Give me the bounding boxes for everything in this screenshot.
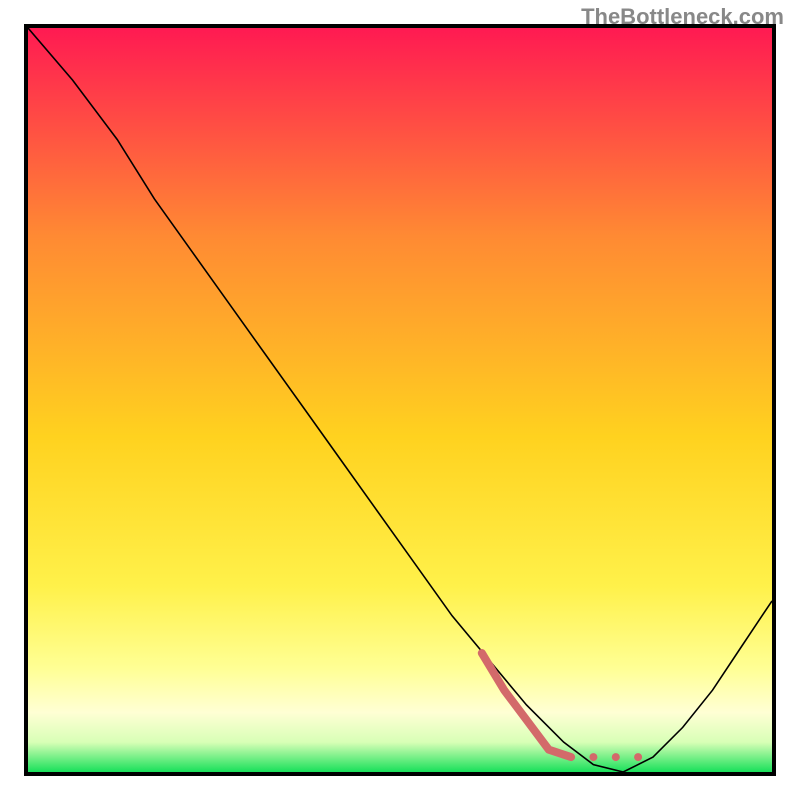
watermark-label: TheBottleneck.com — [581, 4, 784, 30]
highlight-dot — [612, 753, 620, 761]
chart-area — [24, 24, 776, 776]
chart-svg — [28, 28, 772, 772]
highlight-dot — [589, 753, 597, 761]
highlight-dot — [634, 753, 642, 761]
gradient-background — [28, 28, 772, 772]
